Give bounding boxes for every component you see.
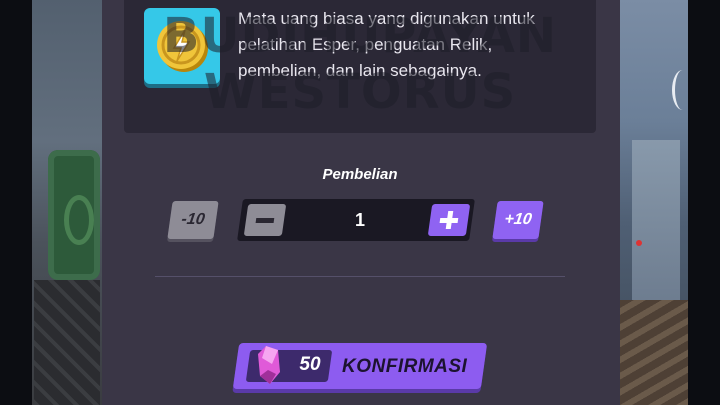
purple-crystal-icon [258,346,280,384]
confirm-price: 50 [299,354,321,375]
item-description: Mata uang biasa yang digunakan untuk pel… [238,9,535,80]
divider [155,276,565,277]
increment-button[interactable] [427,204,471,236]
minus-10-button[interactable]: -10 [167,201,219,239]
quantity-value[interactable]: 1 [330,210,390,231]
item-icon-tile [144,8,220,84]
background-scaffold [34,280,100,405]
background-ruins [620,300,688,405]
purchase-label: Pembelian [322,166,398,183]
minus-icon [255,217,275,223]
background-arc [672,70,693,110]
background-tower [632,140,680,310]
gold-coin-icon [157,21,208,72]
background-red-light [636,240,642,246]
plus-10-button[interactable]: +10 [492,201,544,239]
decrement-button[interactable] [243,204,287,236]
background-sign-glyph [64,195,94,245]
confirm-label: KONFIRMASI [342,356,468,377]
